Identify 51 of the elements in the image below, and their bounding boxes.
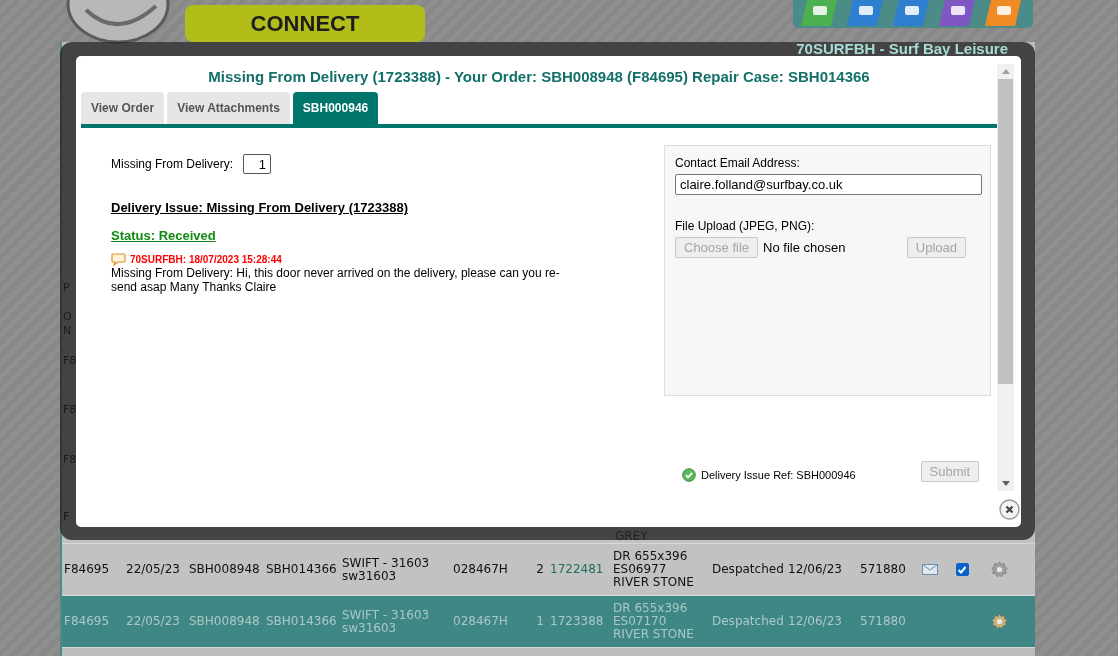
table-cell-text: Despatched [712,563,785,576]
table-cell-text: F84695 [63,563,111,576]
table-cell-text: SBH008948 [189,615,261,628]
table-cell-text: 12/06/23 [788,563,843,576]
table-cell-text: 2 [535,563,544,576]
table-cell-text: DR 655x396 ES07170 RIVER STONE [613,602,695,641]
table-cell-text: SBH014366 [266,615,338,628]
table-cell-text: 571880 [860,563,907,576]
table-cell-text: SBH008948 [189,563,261,576]
table-cell-text: 1 [535,615,544,628]
dialog-title: Missing From Delivery (1723388) - Your Order: SBH008948 (F84695) Repair Case: SBH014366 [207,68,871,87]
scrollbar[interactable] [997,64,1014,491]
table-cell-text: Despatched [712,615,785,628]
table-cell-text: 028467H [453,563,509,576]
comment-author: 70SURFBH: 18/07/2023 15:28:44 [130,254,282,265]
table-cell-text: F84695 [63,615,111,628]
close-icon[interactable] [999,499,1020,520]
reference-text: Delivery Issue Ref: SBH000946 [701,468,856,481]
quantity-field[interactable]: 1 [243,154,271,174]
field-label: File Upload (JPEG, PNG): [675,219,816,233]
table-cell-text: SWIFT - 31603 sw31603 [342,556,431,583]
table-cell-text: 571880 [860,615,907,628]
issue-heading: Delivery Issue: Missing From Delivery (1723388) [111,200,409,215]
status-link[interactable]: Status: Received [111,228,664,243]
table-cell-text: 22/05/23 [126,615,181,628]
table-cell-text: 12/06/23 [788,615,843,628]
table-cell-text: 22/05/23 [126,563,181,576]
checkbox[interactable] [955,563,969,576]
scroll-up-icon[interactable] [1001,69,1010,74]
email-field[interactable]: claire.folland@surfbay.co.uk [675,174,982,195]
table-cell-text: DR 655x396 ES06977 RIVER STONE [613,550,695,589]
check-circle-icon [682,467,696,482]
account-title: 70SURFBH - Surf Bay Leisure [796,42,1008,56]
field-label: Contact Email Address: [675,156,801,170]
envelope-icon[interactable] [922,564,938,575]
item-link[interactable]: 1722481 [544,563,613,576]
tab[interactable]: View Order [81,92,165,124]
connect-banner[interactable]: CONNECT [185,5,425,42]
field-label: Missing From Delivery: [111,157,233,171]
table-cell-text: SBH014366 [266,563,338,576]
tab[interactable]: SBH000946 [292,92,379,124]
table-cell-text: SWIFT - 31603 sw31603 [342,608,431,635]
speech-bubble-icon [111,253,126,266]
scroll-down-icon[interactable] [1001,481,1010,486]
gear-icon[interactable] [990,613,1008,630]
comment-text: Missing From Delivery: Hi, this door never arrived on the delivery, please can you re-send asap Many Thanks Claire [111,266,561,294]
table-cell-text: 028467H [453,615,509,628]
file-status: No file chosen [763,240,846,255]
tab[interactable]: View Attachments [167,92,290,124]
gear-icon[interactable] [990,561,1008,578]
logo-icon [66,0,170,44]
